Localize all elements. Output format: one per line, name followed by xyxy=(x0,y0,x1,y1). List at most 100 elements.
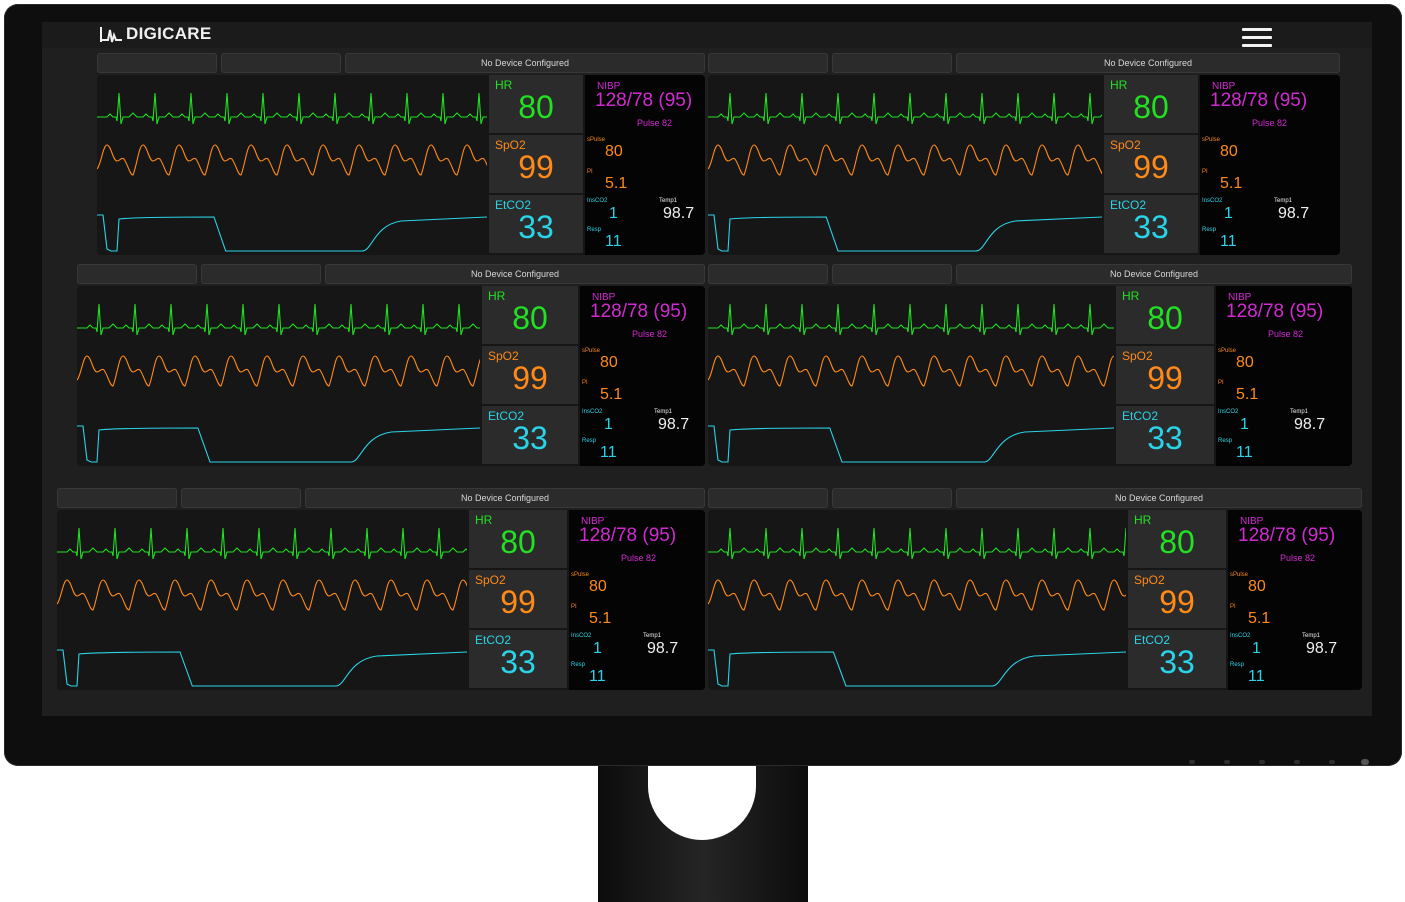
monitor-tab-empty[interactable] xyxy=(97,53,217,73)
pi-value: 5.1 xyxy=(605,175,628,192)
etco2-tile[interactable]: EtCO2 33 xyxy=(1116,406,1214,464)
hr-tile[interactable]: HR 80 xyxy=(1116,286,1214,344)
etco2-tile[interactable]: EtCO2 33 xyxy=(1128,630,1226,688)
spo2-tile[interactable]: SpO2 99 xyxy=(1104,135,1198,193)
monitor-tab-empty[interactable] xyxy=(708,488,828,508)
spo2-tile[interactable]: SpO2 99 xyxy=(1116,346,1214,404)
temp-label: Temp1 xyxy=(1290,409,1309,415)
etco2-value: 33 xyxy=(518,209,554,245)
pi-label: PI xyxy=(587,169,593,175)
monitor-tab-empty[interactable] xyxy=(832,488,952,508)
capnography-waveform xyxy=(97,214,487,252)
hr-value: 80 xyxy=(500,524,536,560)
monitor-tab-empty[interactable] xyxy=(708,264,828,284)
monitor-body: HR 80 SpO2 99 EtCO2 33 NIBP 128/78 (95) Pulse 82… xyxy=(708,75,1340,255)
hr-value: 80 xyxy=(1159,524,1195,560)
secondary-vitals: NIBP 128/78 (95) Pulse 82 sPulse 80 PI 5.1 InsC… xyxy=(1200,75,1340,255)
temp-value: 98.7 xyxy=(1294,416,1326,433)
screen: DIGICARE No Device Configured HR 80 SpO2 99 E… xyxy=(42,22,1372,716)
insco2-value: 1 xyxy=(604,416,613,433)
monitor-tab-empty[interactable] xyxy=(832,53,952,73)
patient-monitor-5[interactable]: No Device Configured HR 80 SpO2 99 EtCO2 33 NIB… xyxy=(57,487,705,690)
spulse-value: 80 xyxy=(1220,143,1238,160)
hr-tile[interactable]: HR 80 xyxy=(1104,75,1198,133)
temp-value: 98.7 xyxy=(647,640,679,657)
insco2-label: InsCO2 xyxy=(1218,409,1239,415)
etco2-value: 33 xyxy=(1133,209,1169,245)
spulse-value: 80 xyxy=(605,143,623,160)
monitor-tab-empty[interactable] xyxy=(77,264,197,284)
monitor-tab-empty[interactable] xyxy=(201,264,321,284)
device-status-tab[interactable]: No Device Configured xyxy=(956,264,1352,284)
pleth-waveform xyxy=(57,579,467,611)
temp-value: 98.7 xyxy=(658,416,690,433)
resp-label: Resp xyxy=(1230,662,1245,668)
pi-value: 5.1 xyxy=(600,386,623,403)
hr-tile[interactable]: HR 80 xyxy=(489,75,583,133)
spulse-value: 80 xyxy=(1236,354,1254,371)
device-status-tab[interactable]: No Device Configured xyxy=(956,488,1362,508)
spulse-label: sPulse xyxy=(571,572,590,578)
monitor-tab-empty[interactable] xyxy=(181,488,301,508)
device-status-tab[interactable]: No Device Configured xyxy=(305,488,705,508)
monitor-body: HR 80 SpO2 99 EtCO2 33 NIBP 128/78 (95) Pulse 82… xyxy=(77,286,705,466)
waveform-area xyxy=(77,303,480,463)
ecg-waveform xyxy=(77,303,480,336)
hamburger-menu-icon[interactable] xyxy=(1242,24,1272,47)
spo2-tile[interactable]: SpO2 99 xyxy=(489,135,583,193)
capnography-waveform xyxy=(708,214,1102,252)
temp-label: Temp1 xyxy=(643,633,662,639)
patient-monitor-2[interactable]: No Device Configured HR 80 SpO2 99 EtCO2 33 NIB… xyxy=(708,52,1340,255)
monitor-tab-empty[interactable] xyxy=(832,264,952,284)
spo2-value: 99 xyxy=(518,149,554,185)
monitor-button xyxy=(1294,760,1300,764)
insco2-value: 1 xyxy=(593,640,602,657)
monitor-tab-empty[interactable] xyxy=(708,53,828,73)
spo2-tile[interactable]: SpO2 99 xyxy=(482,346,578,404)
top-bar: DIGICARE xyxy=(42,22,1372,48)
hr-tile[interactable]: HR 80 xyxy=(1128,510,1226,568)
pleth-waveform xyxy=(97,144,487,176)
nibp-pulse-value: Pulse 82 xyxy=(621,553,657,563)
spo2-tile[interactable]: SpO2 99 xyxy=(1128,570,1226,628)
nibp-pulse-value: Pulse 82 xyxy=(1252,118,1288,128)
digicare-logo: DIGICARE xyxy=(100,22,212,46)
device-status-tab[interactable]: No Device Configured xyxy=(325,264,705,284)
spulse-label: sPulse xyxy=(1230,572,1249,578)
hr-tile[interactable]: HR 80 xyxy=(469,510,567,568)
monitor-tab-empty[interactable] xyxy=(57,488,177,508)
pleth-waveform xyxy=(708,144,1102,176)
vitals-column: HR 80 SpO2 99 EtCO2 33 xyxy=(1104,75,1198,255)
patient-monitor-1[interactable]: No Device Configured HR 80 SpO2 99 EtCO2 33 NIB… xyxy=(97,52,705,255)
monitor-tab-bar: No Device Configured xyxy=(57,487,705,508)
etco2-tile[interactable]: EtCO2 33 xyxy=(489,195,583,253)
etco2-tile[interactable]: EtCO2 33 xyxy=(1104,195,1198,253)
capnography-waveform xyxy=(57,649,467,687)
patient-monitor-3[interactable]: No Device Configured HR 80 SpO2 99 EtCO2 33 NIB… xyxy=(77,263,705,466)
waveform-area xyxy=(708,92,1102,252)
spulse-value: 80 xyxy=(1248,578,1266,595)
pi-label: PI xyxy=(1202,169,1208,175)
spo2-value: 99 xyxy=(1147,360,1183,396)
monitor-tab-bar: No Device Configured xyxy=(708,52,1340,73)
hr-value: 80 xyxy=(1133,89,1169,125)
spo2-tile[interactable]: SpO2 99 xyxy=(469,570,567,628)
etco2-tile[interactable]: EtCO2 33 xyxy=(482,406,578,464)
temp-value: 98.7 xyxy=(1278,205,1310,222)
device-status-tab[interactable]: No Device Configured xyxy=(345,53,705,73)
patient-monitor-6[interactable]: No Device Configured HR 80 SpO2 99 EtCO2 33 NIB… xyxy=(708,487,1362,690)
etco2-tile[interactable]: EtCO2 33 xyxy=(469,630,567,688)
waveform-area xyxy=(97,92,487,252)
monitor-tab-empty[interactable] xyxy=(221,53,341,73)
monitor-body: HR 80 SpO2 99 EtCO2 33 NIBP 128/78 (95) Pulse 82… xyxy=(708,286,1352,466)
spo2-value: 99 xyxy=(1159,584,1195,620)
nibp-value: 128/78 (95) xyxy=(590,301,688,322)
device-status-tab[interactable]: No Device Configured xyxy=(956,53,1340,73)
ecg-waveform xyxy=(708,527,1126,560)
secondary-vitals: NIBP 128/78 (95) Pulse 82 sPulse 80 PI 5.1 InsC… xyxy=(580,286,705,466)
resp-label: Resp xyxy=(571,662,586,668)
patient-monitor-4[interactable]: No Device Configured HR 80 SpO2 99 EtCO2 33 NIB… xyxy=(708,263,1352,466)
spulse-value: 80 xyxy=(600,354,618,371)
monitor-body: HR 80 SpO2 99 EtCO2 33 NIBP 128/78 (95) Pulse 82… xyxy=(57,510,705,690)
hr-tile[interactable]: HR 80 xyxy=(482,286,578,344)
